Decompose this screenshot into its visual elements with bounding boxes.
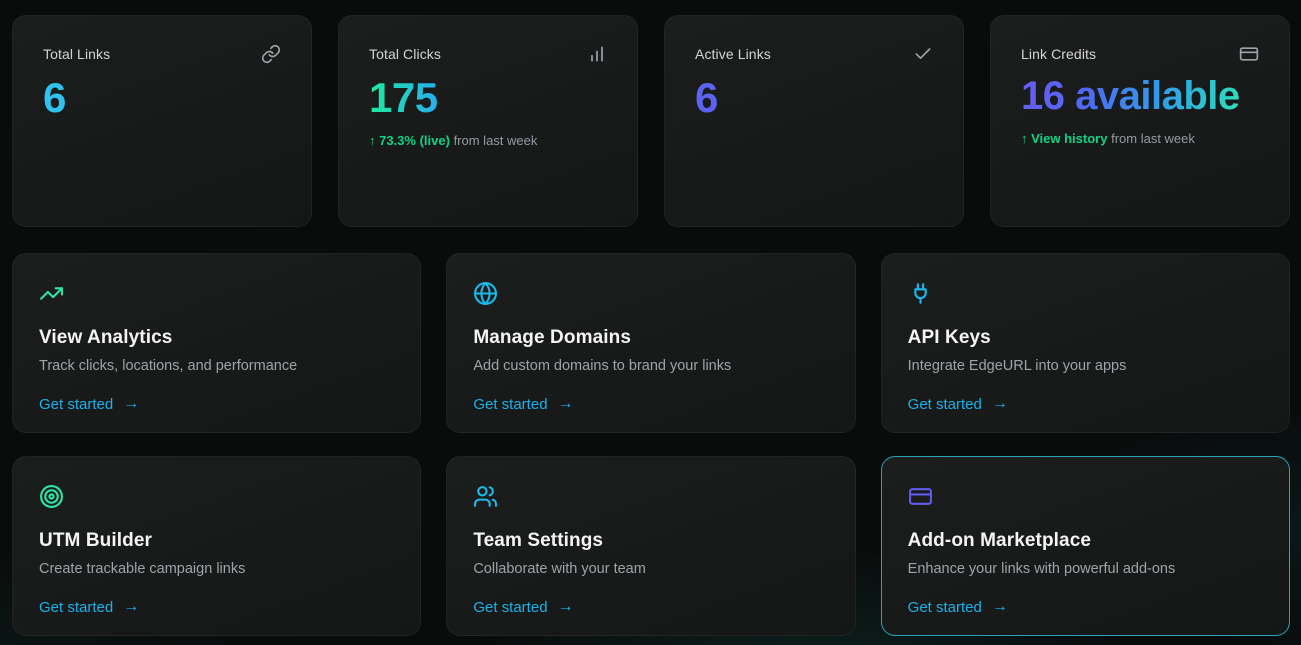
action-title: UTM Builder <box>39 530 394 552</box>
action-card-manage-domains[interactable]: Manage Domains Add custom domains to bra… <box>446 253 855 433</box>
stat-subtext: ↑ View history from last week <box>1021 131 1259 146</box>
stat-card-active-links: Active Links 6 <box>664 15 964 227</box>
get-started-link[interactable]: Get started → <box>39 395 139 413</box>
stat-value: 175 <box>369 74 438 121</box>
link-icon <box>261 44 281 64</box>
stat-card-total-links: Total Links 6 <box>12 15 312 227</box>
action-description: Create trackable campaign links <box>39 561 394 577</box>
arrow-right-icon: → <box>123 395 139 413</box>
stat-label: Active Links <box>695 46 771 62</box>
stat-label: Total Links <box>43 46 110 62</box>
stat-value: 16 available <box>1021 74 1240 119</box>
stat-card-header: Link Credits <box>1021 44 1259 64</box>
action-title: View Analytics <box>39 327 394 349</box>
credit-card-icon <box>908 484 933 509</box>
arrow-right-icon: → <box>558 598 574 616</box>
bar-chart-icon <box>587 44 607 64</box>
stat-card-header: Total Clicks <box>369 44 607 64</box>
action-description: Integrate EdgeURL into your apps <box>908 358 1263 374</box>
action-card-view-analytics[interactable]: View Analytics Track clicks, locations, … <box>12 253 421 433</box>
stat-trend-period: from last week <box>1111 131 1195 146</box>
globe-icon <box>473 281 498 306</box>
stat-trend: ↑ 73.3% (live) <box>369 133 450 148</box>
get-started-label: Get started <box>908 599 982 616</box>
stat-subtext: ↑ 73.3% (live) from last week <box>369 133 607 148</box>
get-started-label: Get started <box>908 396 982 413</box>
action-title: Manage Domains <box>473 327 828 349</box>
get-started-label: Get started <box>473 599 547 616</box>
action-card-addon-marketplace[interactable]: Add-on Marketplace Enhance your links wi… <box>881 456 1290 636</box>
stat-trend-period: from last week <box>454 133 538 148</box>
stat-value: 6 <box>43 74 281 121</box>
action-description: Enhance your links with powerful add-ons <box>908 561 1263 577</box>
get-started-link[interactable]: Get started → <box>908 395 1008 413</box>
arrow-right-icon: → <box>558 395 574 413</box>
action-description: Add custom domains to brand your links <box>473 358 828 374</box>
action-card-team-settings[interactable]: Team Settings Collaborate with your team… <box>446 456 855 636</box>
action-title: Team Settings <box>473 530 828 552</box>
plug-icon <box>908 281 933 306</box>
arrow-right-icon: → <box>123 598 139 616</box>
get-started-link[interactable]: Get started → <box>473 598 573 616</box>
get-started-label: Get started <box>39 396 113 413</box>
action-description: Track clicks, locations, and performance <box>39 358 394 374</box>
trending-up-icon <box>39 281 64 306</box>
arrow-right-icon: → <box>992 395 1008 413</box>
stat-label: Link Credits <box>1021 46 1096 62</box>
action-title: API Keys <box>908 327 1263 349</box>
arrow-right-icon: → <box>992 598 1008 616</box>
target-icon <box>39 484 64 509</box>
stats-row: Total Links 6 Total Clicks 175 ↑ 73.3% (… <box>12 15 1290 227</box>
stat-card-total-clicks: Total Clicks 175 ↑ 73.3% (live) from las… <box>338 15 638 227</box>
get-started-link[interactable]: Get started → <box>39 598 139 616</box>
view-history-link[interactable]: ↑ View history <box>1021 131 1107 146</box>
credit-card-icon <box>1239 44 1259 64</box>
get-started-link[interactable]: Get started → <box>908 598 1008 616</box>
get-started-link[interactable]: Get started → <box>473 395 573 413</box>
get-started-label: Get started <box>473 396 547 413</box>
action-description: Collaborate with your team <box>473 561 828 577</box>
stat-value: 6 <box>695 74 933 121</box>
actions-grid: View Analytics Track clicks, locations, … <box>12 253 1290 636</box>
stat-label: Total Clicks <box>369 46 441 62</box>
stat-card-header: Active Links <box>695 44 933 64</box>
stat-card-link-credits: Link Credits 16 available ↑ View history… <box>990 15 1290 227</box>
action-title: Add-on Marketplace <box>908 530 1263 552</box>
action-card-utm-builder[interactable]: UTM Builder Create trackable campaign li… <box>12 456 421 636</box>
get-started-label: Get started <box>39 599 113 616</box>
check-icon <box>913 44 933 64</box>
stat-card-header: Total Links <box>43 44 281 64</box>
action-card-api-keys[interactable]: API Keys Integrate EdgeURL into your app… <box>881 253 1290 433</box>
users-icon <box>473 484 498 509</box>
